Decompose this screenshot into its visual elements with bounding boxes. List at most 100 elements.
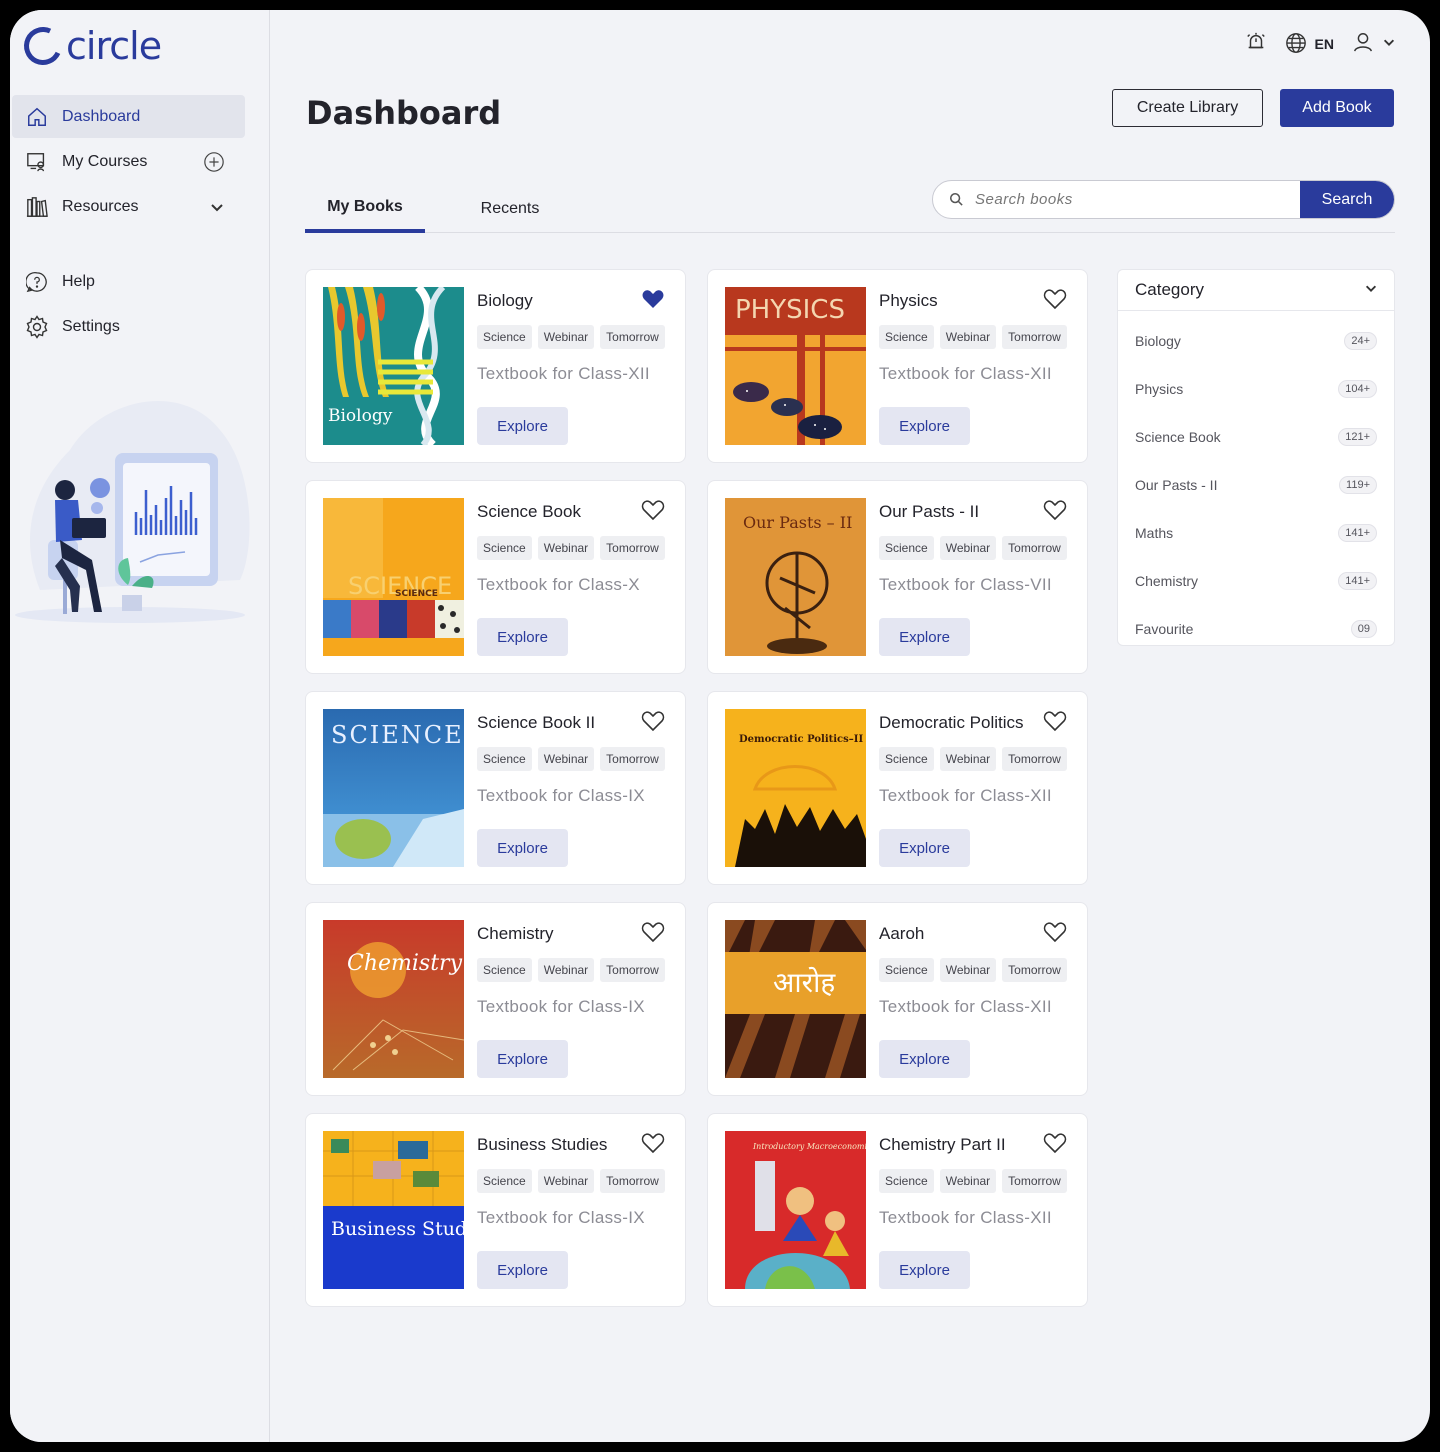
- tag: Webinar: [939, 1169, 997, 1193]
- explore-button[interactable]: Explore: [879, 618, 970, 656]
- sidebar-item-my-courses[interactable]: My Courses: [12, 140, 245, 183]
- tab-recents[interactable]: Recents: [465, 185, 555, 233]
- create-library-button[interactable]: Create Library: [1112, 89, 1263, 127]
- user-icon: [1352, 31, 1374, 58]
- book-title[interactable]: Our Pasts - II: [879, 502, 979, 522]
- cover-title: PHYSICS: [735, 295, 845, 325]
- book-cover: SCIENCE: [323, 709, 464, 867]
- heart-outline-icon[interactable]: [1043, 710, 1067, 732]
- sidebar-item-label: My Courses: [62, 152, 148, 170]
- explore-button[interactable]: Explore: [477, 1251, 568, 1289]
- book-title[interactable]: Science Book: [477, 502, 581, 522]
- book-title[interactable]: Aaroh: [879, 924, 924, 944]
- explore-button[interactable]: Explore: [477, 1040, 568, 1078]
- heart-outline-icon[interactable]: [641, 499, 665, 521]
- category-item[interactable]: Our Pasts - II 119+: [1118, 461, 1394, 509]
- sidebar-item-dashboard[interactable]: Dashboard: [12, 95, 245, 138]
- book-subtitle: Textbook for Class-VII: [879, 575, 1052, 594]
- category-item[interactable]: Physics 104+: [1118, 365, 1394, 413]
- search-input[interactable]: [975, 191, 1300, 208]
- book-title[interactable]: Science Book II: [477, 713, 595, 733]
- heart-outline-icon[interactable]: [641, 1132, 665, 1154]
- book-card-our-pasts[interactable]: Our Pasts – II Our Pasts - II Science We…: [707, 480, 1088, 674]
- app-logo[interactable]: circle: [18, 21, 162, 71]
- category-label: Science Book: [1135, 429, 1221, 445]
- sidebar-item-label: Help: [62, 272, 95, 290]
- explore-button[interactable]: Explore: [879, 1040, 970, 1078]
- heart-filled-icon[interactable]: [641, 288, 665, 310]
- category-item[interactable]: Biology 24+: [1118, 317, 1394, 365]
- search-button[interactable]: Search: [1300, 181, 1394, 218]
- category-item[interactable]: Maths 141+: [1118, 509, 1394, 557]
- chevron-down-icon[interactable]: [209, 199, 225, 215]
- category-item[interactable]: Science Book 121+: [1118, 413, 1394, 461]
- tab-my-books[interactable]: My Books: [305, 185, 425, 233]
- explore-button[interactable]: Explore: [879, 1251, 970, 1289]
- book-title[interactable]: Business Studies: [477, 1135, 607, 1155]
- sidebar-item-label: Resources: [62, 197, 139, 215]
- courses-icon: [24, 149, 50, 175]
- heart-outline-icon[interactable]: [1043, 1132, 1067, 1154]
- book-card-science-book-ii[interactable]: SCIENCE Science Book II Science Webinar …: [305, 691, 686, 885]
- book-cover: Business Studies: [323, 1131, 464, 1289]
- book-subtitle: Textbook for Class-XII: [879, 786, 1052, 805]
- heart-outline-icon[interactable]: [1043, 288, 1067, 310]
- heart-outline-icon[interactable]: [641, 710, 665, 732]
- sidebar-item-resources[interactable]: Resources: [12, 185, 245, 228]
- sidebar-item-label: Settings: [62, 317, 120, 335]
- user-menu[interactable]: [1352, 31, 1396, 58]
- chevron-down-icon: [1364, 280, 1378, 300]
- heart-outline-icon[interactable]: [641, 921, 665, 943]
- explore-button[interactable]: Explore: [879, 829, 970, 867]
- explore-button[interactable]: Explore: [477, 407, 568, 445]
- explore-button[interactable]: Explore: [477, 829, 568, 867]
- book-card-chemistry[interactable]: Chemistry Chemistry Science Webinar Tomo…: [305, 902, 686, 1096]
- book-card-aaroh[interactable]: आरोह Aaroh Science Webinar Tomorrow Text…: [707, 902, 1088, 1096]
- book-card-business-studies[interactable]: Business Studies Business Studies Scienc…: [305, 1113, 686, 1307]
- heart-outline-icon[interactable]: [1043, 499, 1067, 521]
- alarm-icon[interactable]: [1245, 31, 1267, 58]
- tag: Science: [477, 325, 532, 349]
- heart-outline-icon[interactable]: [1043, 921, 1067, 943]
- cover-title: SCIENCE: [395, 589, 438, 599]
- home-icon: [24, 104, 50, 130]
- book-subtitle: Textbook for Class-X: [477, 575, 640, 594]
- category-item[interactable]: Favourite 09: [1118, 605, 1394, 653]
- explore-button[interactable]: Explore: [879, 407, 970, 445]
- tag: Webinar: [939, 325, 997, 349]
- tag: Webinar: [537, 1169, 595, 1193]
- book-card-biology[interactable]: Biology Biology Science Webinar Tomorrow…: [305, 269, 686, 463]
- tag: Tomorrow: [1002, 747, 1067, 771]
- tag: Tomorrow: [1002, 958, 1067, 982]
- book-title[interactable]: Democratic Politics: [879, 713, 1024, 733]
- category-dropdown[interactable]: Category: [1118, 270, 1394, 311]
- category-title: Category: [1135, 280, 1204, 299]
- sidebar-item-settings[interactable]: Settings: [12, 305, 245, 348]
- language-selector[interactable]: EN: [1285, 32, 1334, 57]
- category-item[interactable]: Chemistry 141+: [1118, 557, 1394, 605]
- tag: Webinar: [939, 747, 997, 771]
- gear-icon: [24, 314, 50, 340]
- tag: Science: [879, 1169, 934, 1193]
- book-title[interactable]: Physics: [879, 291, 938, 311]
- add-book-button[interactable]: Add Book: [1280, 89, 1394, 127]
- add-circle-icon[interactable]: [203, 151, 225, 173]
- book-card-chemistry-part-ii[interactable]: Introductory Macroeconomics Chemistry Pa…: [707, 1113, 1088, 1307]
- book-card-democratic-politics[interactable]: Democratic Politics–II Democratic Politi…: [707, 691, 1088, 885]
- category-count-badge: 09: [1350, 620, 1377, 638]
- explore-button[interactable]: Explore: [477, 618, 568, 656]
- book-title[interactable]: Chemistry: [477, 924, 554, 944]
- category-count-badge: 119+: [1339, 476, 1377, 494]
- book-title[interactable]: Chemistry Part II: [879, 1135, 1006, 1155]
- book-title[interactable]: Biology: [477, 291, 533, 311]
- book-subtitle: Textbook for Class-IX: [477, 997, 645, 1016]
- cover-title: Business Studies: [331, 1218, 464, 1240]
- cover-title: Introductory Macroeconomics: [752, 1142, 866, 1151]
- tag-list: Science Webinar Tomorrow: [879, 325, 1067, 349]
- book-cover: Chemistry: [323, 920, 464, 1078]
- book-card-physics[interactable]: PHYSICS Physics Science Webinar Tomorrow…: [707, 269, 1088, 463]
- sidebar-item-help[interactable]: Help: [12, 260, 245, 303]
- tag: Tomorrow: [600, 325, 665, 349]
- book-card-science-book[interactable]: SCIENCE SCIENCE Science Book Science Web…: [305, 480, 686, 674]
- tag-list: Science Webinar Tomorrow: [477, 1169, 665, 1193]
